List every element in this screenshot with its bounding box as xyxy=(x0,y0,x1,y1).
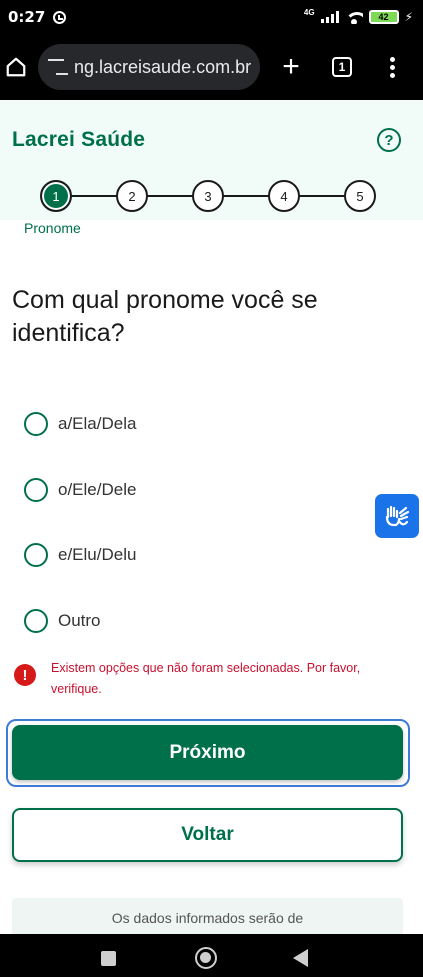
option-ela[interactable]: a/Ela/Dela xyxy=(24,412,324,436)
charging-icon: ⚡ xyxy=(404,10,413,24)
step-label: Pronome xyxy=(24,220,81,236)
home-icon xyxy=(6,57,26,77)
status-time: 0:27 xyxy=(8,8,46,26)
progress-stepper: 1 2 3 4 5 xyxy=(40,180,376,212)
option-label: o/Ele/Dele xyxy=(58,480,137,499)
step-5: 5 xyxy=(344,180,376,212)
system-home-button[interactable] xyxy=(195,947,217,969)
option-label: a/Ela/Dela xyxy=(58,414,137,433)
system-back-button[interactable] xyxy=(293,949,308,967)
step-1: 1 xyxy=(40,180,72,212)
brand-logo[interactable]: Lacrei Saúde xyxy=(12,128,145,152)
radio-button[interactable] xyxy=(24,478,48,502)
browser-menu-button[interactable] xyxy=(390,56,395,78)
option-ele[interactable]: o/Ele/Dele xyxy=(24,478,324,502)
radio-button[interactable] xyxy=(24,543,48,567)
home-button[interactable] xyxy=(2,53,30,81)
url-text[interactable]: ng.lacreisaude.com.br xyxy=(74,57,251,78)
back-button[interactable]: Voltar xyxy=(12,808,403,862)
wifi-icon xyxy=(344,10,363,24)
info-box: Os dados informados serão de xyxy=(12,898,403,936)
browser-toolbar: ng.lacreisaude.com.br + 1 xyxy=(0,34,423,100)
step-connector xyxy=(146,195,194,197)
step-3: 3 xyxy=(192,180,224,212)
question-title: Com qual pronome você se identifica? xyxy=(12,286,318,347)
recent-apps-button[interactable] xyxy=(101,951,116,966)
step-connector xyxy=(222,195,270,197)
step-2: 2 xyxy=(116,180,148,212)
address-bar[interactable]: ng.lacreisaude.com.br xyxy=(38,44,260,90)
radio-button[interactable] xyxy=(24,609,48,633)
battery-icon: 42 xyxy=(368,10,399,24)
error-message: ! Existem opções que não foram seleciona… xyxy=(14,658,404,700)
sync-icon xyxy=(53,10,67,24)
status-bar: 0:27 4G 42 ⚡ xyxy=(0,0,423,34)
error-text: Existem opções que não foram selecionada… xyxy=(51,661,361,696)
new-tab-button[interactable]: + xyxy=(278,52,304,82)
network-type: 4G xyxy=(303,7,315,17)
error-alert-icon: ! xyxy=(14,664,36,686)
tune-icon[interactable] xyxy=(48,59,68,75)
status-indicators: 4G 42 ⚡ xyxy=(303,7,413,24)
option-label: e/Elu/Delu xyxy=(58,545,137,564)
step-4: 4 xyxy=(268,180,300,212)
tab-switcher-button[interactable]: 1 xyxy=(332,57,352,77)
info-text: Os dados informados serão de xyxy=(111,910,304,926)
step-connector xyxy=(298,195,346,197)
option-elu[interactable]: e/Elu/Delu xyxy=(24,543,324,567)
battery-level: 42 xyxy=(378,12,389,22)
signal-icon xyxy=(320,11,339,23)
radio-button[interactable] xyxy=(24,412,48,436)
option-label: Outro xyxy=(58,611,101,630)
option-outro[interactable]: Outro xyxy=(24,609,324,633)
next-button[interactable]: Próximo xyxy=(12,725,403,780)
system-nav-bar xyxy=(0,934,423,977)
step-connector xyxy=(70,195,118,197)
sign-language-hands-icon xyxy=(385,505,410,527)
help-icon[interactable]: ? xyxy=(377,128,401,152)
libras-accessibility-button[interactable] xyxy=(375,494,419,538)
